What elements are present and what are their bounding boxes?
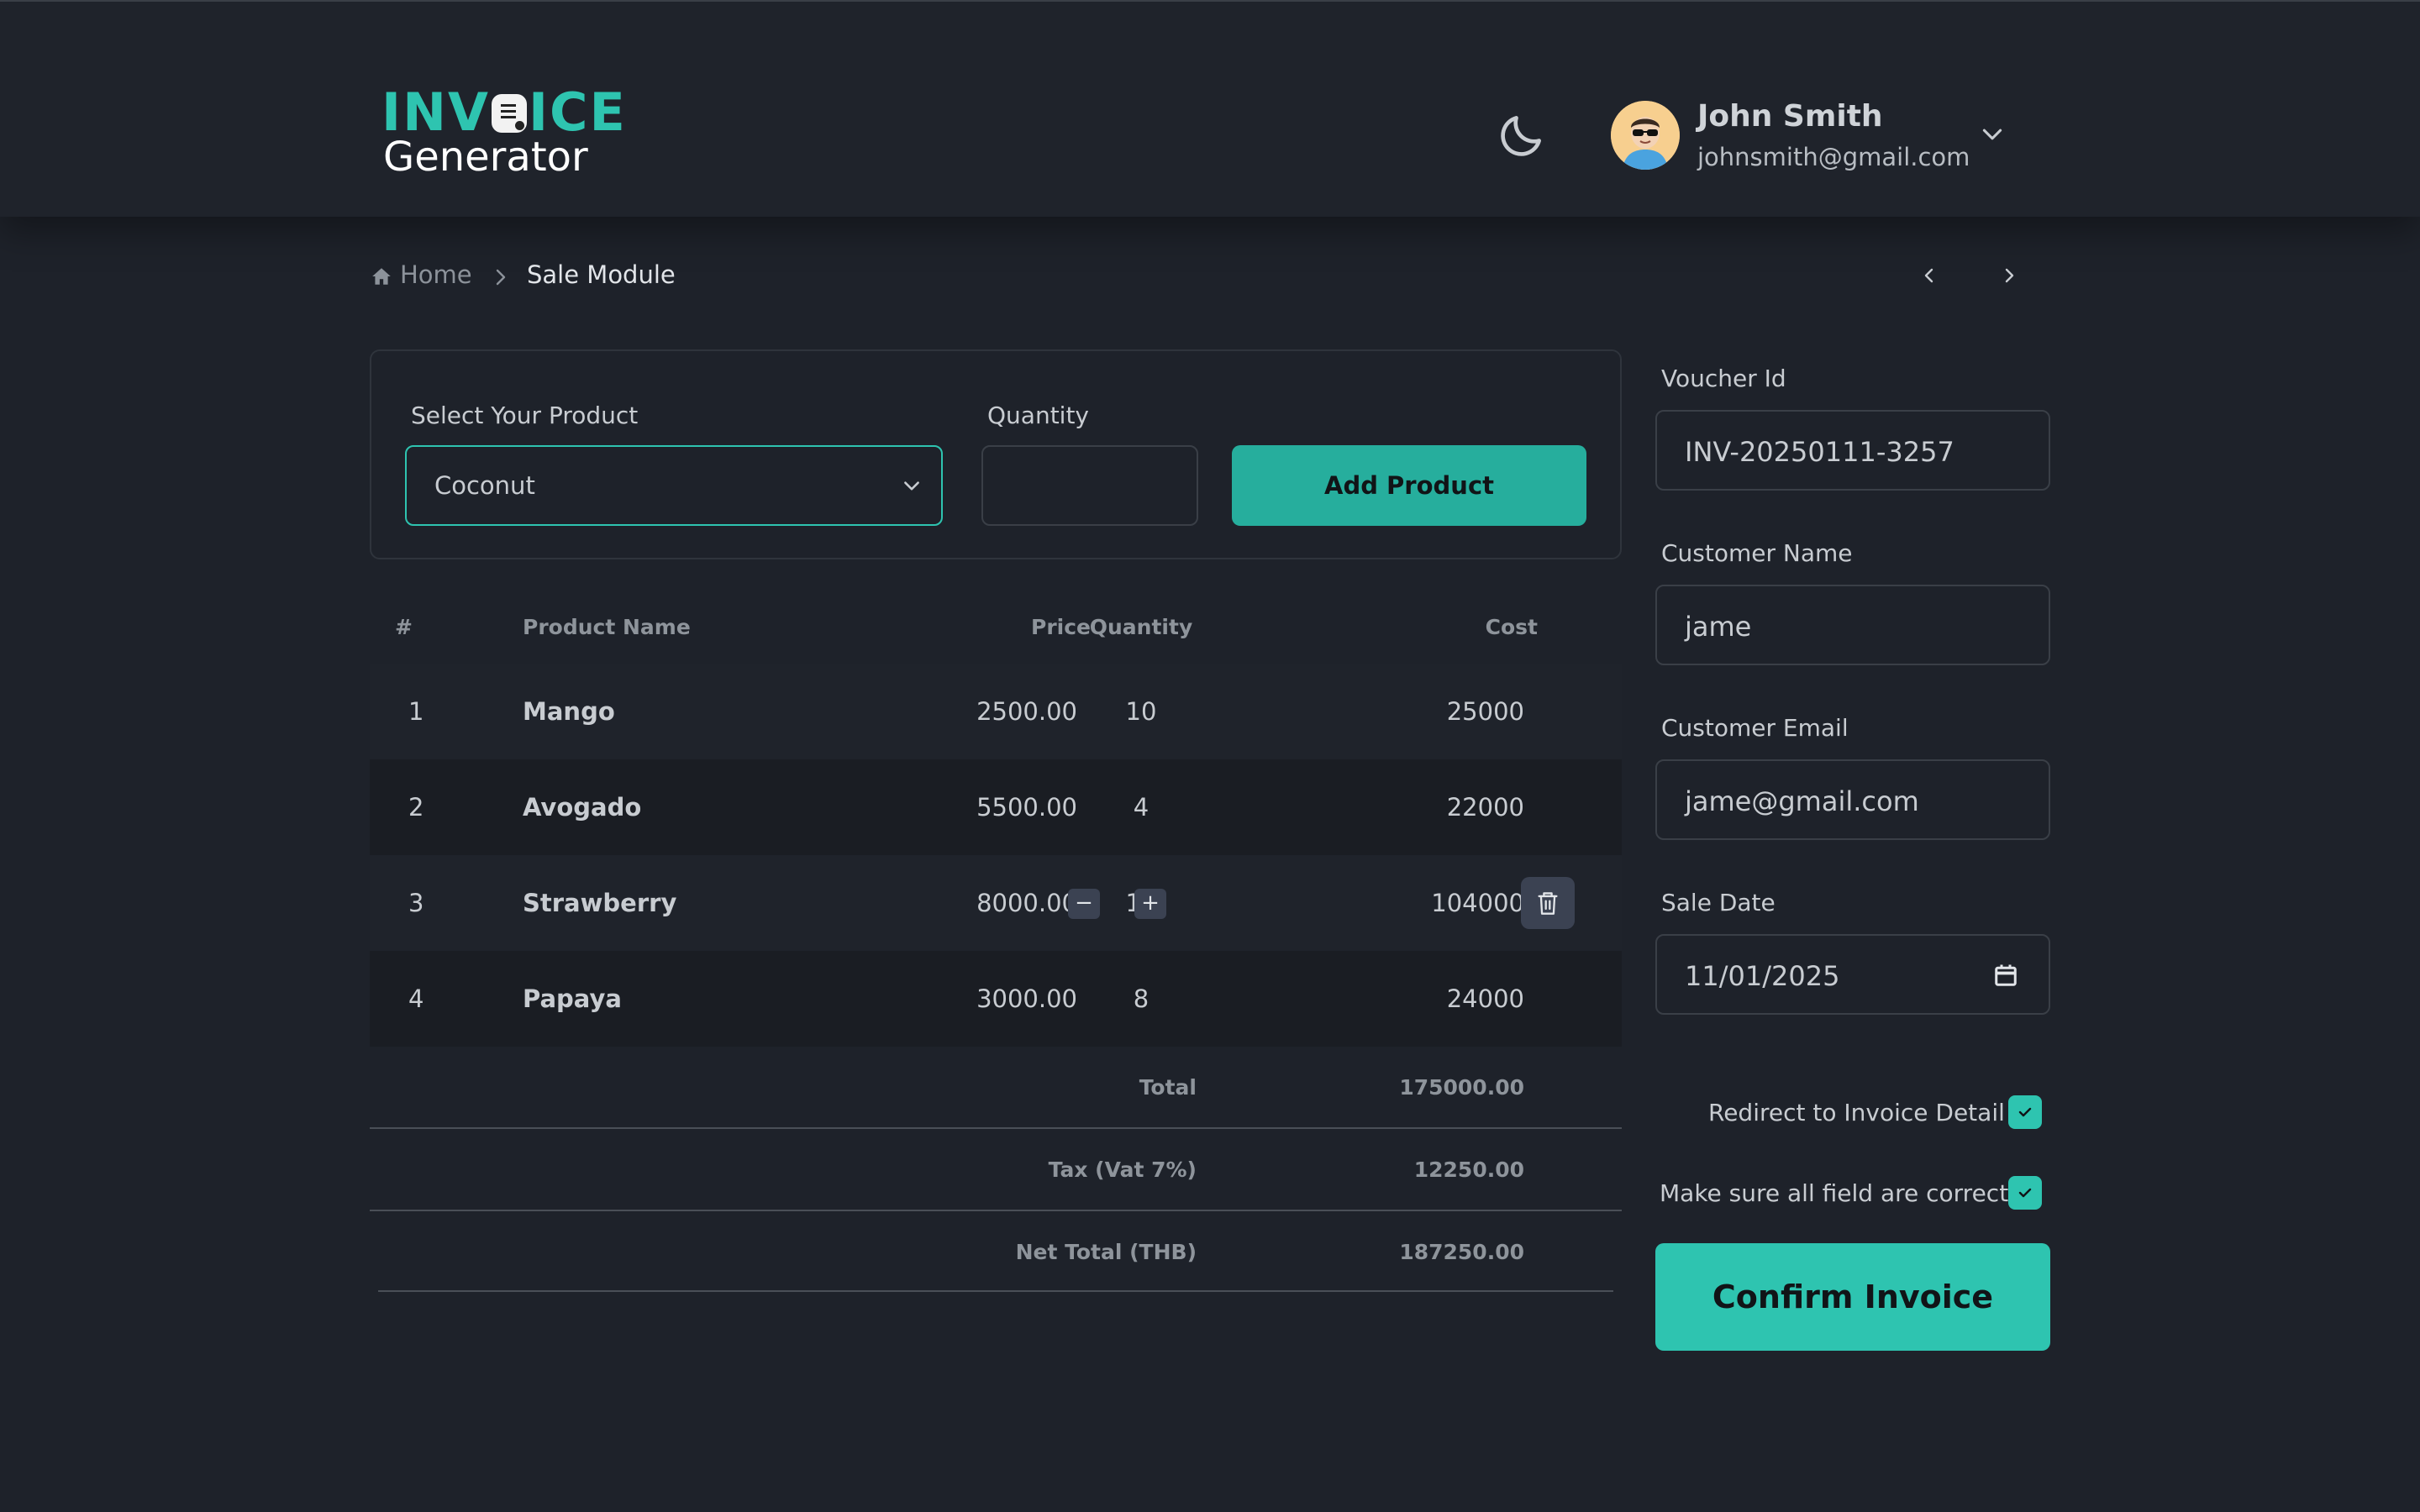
quantity-input[interactable] [981,445,1198,526]
chevron-down-icon [904,481,919,491]
redirect-checkbox-row[interactable]: Redirect to Invoice Detail [1706,1095,2050,1132]
product-name: Strawberry [523,889,677,917]
product-cost: 24000 [1446,984,1524,1013]
product-quantity: 10 [1125,697,1157,726]
product-select-label: Select Your Product [411,402,639,429]
divider [378,1290,1613,1292]
net-total-row: Net Total (THB) 187250.00 [370,1211,1622,1294]
delete-row-button[interactable] [1521,877,1575,929]
tax-row: Tax (Vat 7%) 12250.00 [370,1129,1622,1211]
product-select-value: Coconut [434,471,535,500]
moon-icon[interactable] [1496,109,1548,161]
user-name[interactable]: John Smith [1697,99,1883,134]
row-number: 3 [408,889,424,917]
customer-email-label: Customer Email [1661,714,1849,742]
total-row: Total 175000.00 [370,1047,1622,1129]
table-row[interactable]: 3 Strawberry 8000.00 − 13 + 104000 [370,855,1622,951]
voucher-label: Voucher Id [1661,365,1786,392]
logo-subtitle: Generator [383,134,588,181]
table-row[interactable]: 2 Avogado 5500.00 4 22000 [370,759,1622,855]
col-product-name: Product Name [523,615,691,639]
customer-name-label: Customer Name [1661,539,1853,567]
product-quantity: 8 [1133,984,1150,1013]
chevron-down-icon[interactable] [1980,124,2005,144]
app-header: INV ICE Generator John Smith johnsmith@gm… [0,0,2420,217]
voucher-id-field[interactable]: INV-20250111-3257 [1655,410,2050,491]
avatar-illustration [1611,101,1680,170]
trash-icon [1538,892,1558,915]
breadcrumb-home[interactable]: Home [400,260,472,289]
logo-wordmark: INV ICE [381,81,627,143]
product-cost: 104000 [1431,889,1524,917]
app-logo[interactable]: INV ICE Generator [381,86,625,181]
product-price: 3000.00 [976,984,1077,1013]
total-value: 175000.00 [1399,1075,1524,1100]
redirect-checkbox[interactable] [2008,1095,2042,1129]
confirm-checkbox[interactable] [2008,1176,2042,1210]
invoice-doc-icon [491,94,527,133]
calendar-icon[interactable] [1993,963,2018,988]
confirm-checkbox-row[interactable]: Make sure all field are correct [1657,1176,2050,1213]
chevron-right-icon[interactable] [1998,263,2020,288]
redirect-checkbox-label: Redirect to Invoice Detail [1708,1099,2005,1126]
quantity-increment-button[interactable]: + [1134,889,1166,919]
tax-value: 12250.00 [1413,1158,1524,1182]
product-select[interactable]: Coconut [405,445,943,526]
confirm-checkbox-label: Make sure all field are correct [1660,1179,2009,1207]
product-price: 2500.00 [976,697,1077,726]
col-number: # [395,615,413,639]
net-total-value: 187250.00 [1399,1240,1524,1264]
home-icon[interactable] [371,265,392,287]
net-total-label: Net Total (THB) [1015,1240,1197,1264]
confirm-invoice-button[interactable]: Confirm Invoice [1655,1243,2050,1351]
table-row[interactable]: 4 Papaya 3000.00 8 24000 [370,951,1622,1047]
avatar[interactable] [1611,101,1680,170]
check-icon [2018,1107,2032,1117]
chevron-right-icon [496,269,506,286]
product-cost: 22000 [1446,793,1524,822]
user-email: johnsmith@gmail.com [1697,143,1970,171]
add-product-button[interactable]: Add Product [1232,445,1586,526]
voucher-id-value: INV-20250111-3257 [1685,436,1954,468]
row-number: 1 [408,697,424,726]
breadcrumb-current: Sale Module [527,260,676,289]
customer-name-field[interactable]: jame [1655,585,2050,665]
check-icon [2018,1188,2032,1198]
total-label: Total [1139,1075,1197,1100]
sale-date-value: 11/01/2025 [1685,960,1840,992]
product-price: 5500.00 [976,793,1077,822]
col-quantity: Quantity [1089,615,1193,639]
chevron-left-icon[interactable] [1918,263,1940,288]
quantity-decrement-button[interactable]: − [1068,889,1100,919]
table-row[interactable]: 1 Mango 2500.00 10 25000 [370,664,1622,759]
col-price: Price [1031,615,1091,639]
customer-name-value: jame [1685,611,1752,643]
customer-email-value: jame@gmail.com [1685,785,1919,817]
row-number: 4 [408,984,424,1013]
window-top-border [0,0,2420,2]
product-name: Papaya [523,984,622,1013]
quantity-label: Quantity [987,402,1089,429]
product-name: Mango [523,697,615,726]
product-price: 8000.00 [976,889,1077,917]
tax-label: Tax (Vat 7%) [1048,1158,1197,1182]
product-quantity: 4 [1133,793,1150,822]
row-number: 2 [408,793,424,822]
sale-date-field[interactable]: 11/01/2025 [1655,934,2050,1015]
table-header: # Product Name Price Quantity Cost [370,598,1622,667]
product-name: Avogado [523,793,642,822]
col-cost: Cost [1485,615,1538,639]
product-cost: 25000 [1446,697,1524,726]
customer-email-field[interactable]: jame@gmail.com [1655,759,2050,840]
sale-date-label: Sale Date [1661,889,1776,916]
